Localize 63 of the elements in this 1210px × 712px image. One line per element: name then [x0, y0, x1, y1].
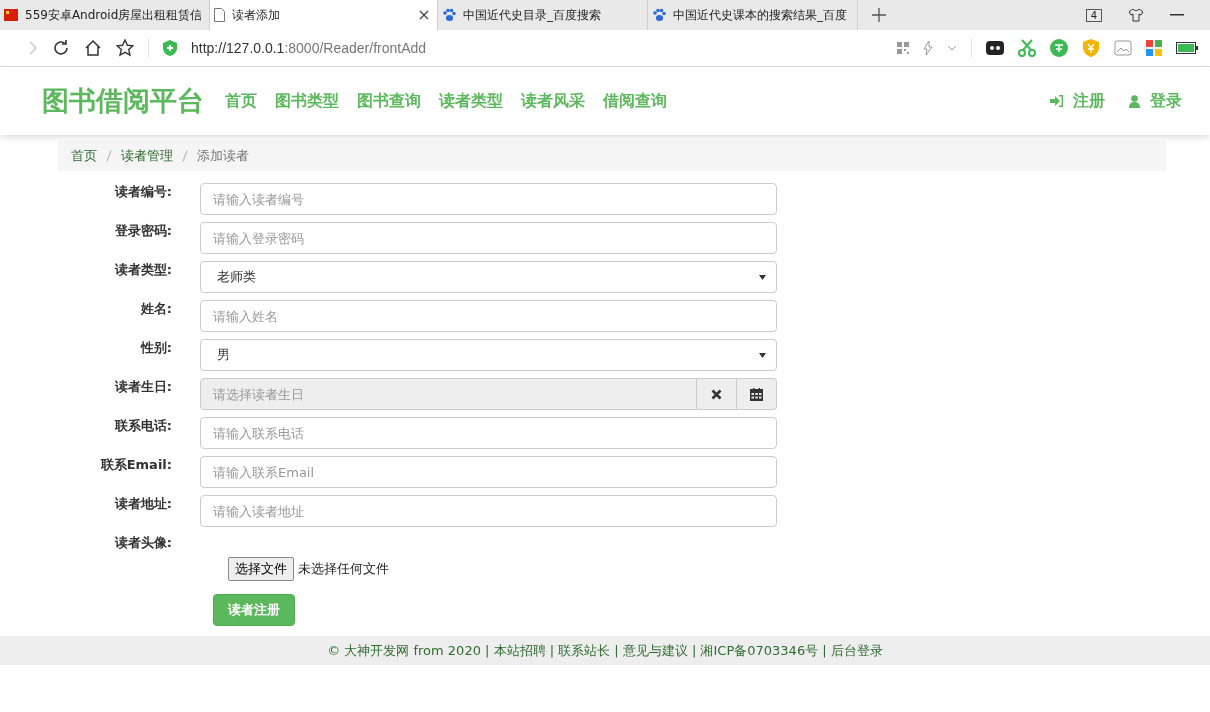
select-field[interactable]: 老师类 [200, 261, 777, 293]
field-label: 联系电话: [113, 417, 173, 435]
field-label: 姓名: [139, 300, 173, 318]
flag-icon [4, 9, 18, 21]
paw-icon [442, 8, 456, 22]
field-label: 读者地址: [113, 495, 173, 513]
field-label: 登录密码: [113, 222, 173, 240]
select-field[interactable]: 男 [200, 339, 777, 371]
shield-icon [163, 40, 177, 56]
input-field[interactable]: 请输入登录密码 [200, 222, 777, 254]
input-field[interactable]: 请输入联系Email [200, 456, 777, 488]
field-label: 读者类型: [113, 261, 173, 279]
date-field[interactable]: 请选择读者生日 [200, 378, 697, 410]
image-icon[interactable] [1114, 40, 1132, 56]
input-field[interactable]: 请输入联系电话 [200, 417, 777, 449]
tab-title: 读者添加 [232, 6, 281, 24]
chevron-down-icon[interactable] [947, 45, 957, 51]
field-label: 联系Email: [99, 456, 173, 474]
reload-icon[interactable] [52, 39, 70, 57]
page-icon [214, 8, 225, 22]
calendar-button[interactable] [737, 378, 777, 410]
input-field[interactable]: 请输入姓名 [200, 300, 777, 332]
breadcrumb-divider [182, 150, 188, 162]
tab-title: 559安卓Android房屋出租租赁信 [25, 6, 201, 24]
input-field[interactable]: 请输入读者编号 [200, 183, 777, 215]
footer-text: © 大神开发网 from 2020 | 本站招聘 | 联系站长 | 意见与建议 | 湘ICP备0703346号 | 后台登录 [327, 641, 883, 660]
tab-count[interactable]: 4 [1085, 8, 1102, 22]
field-label: 性别: [139, 339, 173, 357]
home-icon[interactable] [84, 39, 102, 57]
star-icon[interactable] [116, 39, 134, 57]
clear-button[interactable] [697, 378, 737, 410]
file-status-text: 未选择任何文件 [298, 560, 389, 578]
minimize-icon[interactable] [1170, 14, 1184, 16]
tab-title: 中国近代史课本的搜索结果_百度 [673, 6, 848, 24]
shirt-icon[interactable] [1128, 8, 1144, 22]
close-icon[interactable] [419, 10, 429, 20]
caret-icon [759, 274, 766, 280]
input-field[interactable]: 请输入读者地址 [200, 495, 777, 527]
sign-in-icon [1050, 95, 1063, 107]
caret-icon [759, 352, 766, 358]
browser-tab[interactable]: 读者添加 [210, 0, 438, 30]
user-icon [1129, 94, 1140, 108]
choose-file-button[interactable]: 选择文件 [228, 557, 294, 581]
paw-icon [652, 8, 666, 22]
breadcrumb-link[interactable]: 读者管理 [121, 147, 173, 165]
close-icon [711, 388, 722, 400]
breadcrumb-current: 添加读者 [197, 147, 249, 165]
field-label: 读者编号: [113, 183, 173, 201]
breadcrumb-link[interactable]: 首页 [71, 147, 97, 165]
game-icon[interactable] [986, 41, 1004, 55]
lightning-icon[interactable] [923, 41, 933, 55]
scissors-icon[interactable] [1018, 39, 1036, 57]
calendar-icon [750, 387, 763, 401]
qr-icon[interactable] [897, 42, 909, 54]
new-tab-icon[interactable] [872, 8, 886, 22]
battery-icon[interactable] [1176, 42, 1198, 54]
tab-title: 中国近代史目录_百度搜索 [463, 6, 602, 24]
field-label: 读者头像: [113, 534, 173, 552]
address-field[interactable]: http://127.0.0.1:8000/Reader/frontAdd [191, 40, 427, 56]
field-label: 读者生日: [113, 378, 173, 396]
translate-icon[interactable] [1050, 39, 1068, 57]
apps-icon[interactable] [1146, 40, 1162, 56]
breadcrumb-divider [106, 150, 112, 162]
